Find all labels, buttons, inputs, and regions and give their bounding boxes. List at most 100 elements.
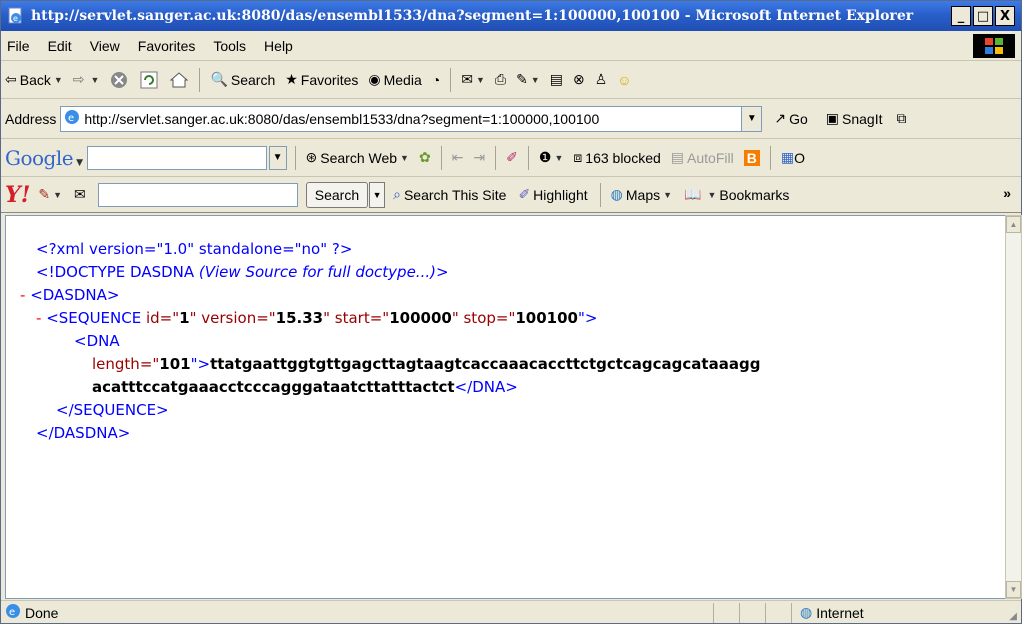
favorites-label: Favorites (300, 71, 359, 88)
toolbar-divider (495, 145, 497, 170)
maximize-button[interactable]: □ (973, 6, 993, 26)
minimize-button[interactable]: _ (951, 6, 971, 26)
resize-grip-icon[interactable]: ◢ (1009, 611, 1017, 622)
dna-open-tag: <DNA (74, 332, 120, 350)
home-button[interactable] (169, 70, 189, 90)
close-button[interactable]: X (995, 6, 1015, 26)
attr-version: " version=" (189, 309, 276, 327)
blogger-button[interactable]: B (743, 149, 760, 166)
chevron-down-icon: ▼ (663, 189, 673, 200)
google-toolbar: Google ▼ ▼ ⊛ Search Web ▼ ✿ ⇤ ⇥ ✐ ❶ ▼ ⧈ 1… (1, 139, 1021, 177)
pagerank-icon: ✿ (418, 149, 431, 165)
menu-favorites[interactable]: Favorites (138, 38, 196, 54)
bookmarks-button[interactable]: 📖 ▼ Bookmarks (684, 186, 789, 203)
forward-button[interactable]: ⇨ ▼ (73, 71, 100, 88)
media-icon: ◉ (368, 71, 381, 87)
search-button[interactable]: 🔍 Search (210, 71, 275, 88)
yahoo-logo[interactable]: Y! (5, 182, 30, 208)
attr-length-value: 101 (159, 355, 191, 373)
chevron-down-icon: ▼ (475, 74, 485, 85)
refresh-button[interactable] (139, 70, 159, 90)
menu-view[interactable]: View (90, 38, 120, 54)
collapse-toggle[interactable]: - (20, 286, 25, 304)
autofill-button[interactable]: ▤ AutoFill (671, 149, 734, 166)
chevron-down-icon: ▼ (272, 152, 283, 163)
menu-help[interactable]: Help (264, 38, 293, 54)
stop-button[interactable] (109, 70, 129, 90)
maps-button[interactable]: ◍ Maps ▼ (611, 186, 672, 203)
google-logo[interactable]: Google ▼ (5, 146, 83, 170)
address-dropdown-button[interactable]: ▼ (741, 106, 762, 131)
google-search-web-button[interactable]: ⊛ Search Web ▼ (306, 149, 409, 166)
favorites-star-icon: ★ (285, 71, 298, 87)
google-search-dropdown[interactable]: ▼ (268, 145, 287, 170)
sequence-tag-end: "> (577, 309, 598, 327)
standard-toolbar: ⇦ Back ▼ ⇨ ▼ 🔍 Search ★ Favorites ◉ Medi… (1, 61, 1021, 99)
blocked-count-label: 163 blocked (585, 149, 661, 166)
forward-arrow-icon: ⇨ (72, 71, 85, 87)
toolbar-divider (599, 182, 601, 207)
title-bar[interactable]: e http://servlet.sanger.ac.uk:8080/das/e… (1, 1, 1021, 31)
scroll-up-button[interactable]: ▲ (1006, 216, 1021, 233)
research-button[interactable]: ⊗ (573, 71, 585, 88)
camera-icon: ▣ (825, 110, 840, 126)
menu-file[interactable]: File (7, 38, 30, 54)
mail-button[interactable]: ✉ ▼ (461, 71, 485, 88)
google-options-button[interactable]: ▦ O (781, 149, 805, 166)
menu-tools[interactable]: Tools (213, 38, 246, 54)
stop-icon (111, 71, 128, 88)
toolbar-divider (294, 145, 296, 170)
yahoo-search-input[interactable] (97, 182, 298, 207)
search-this-site-button[interactable]: ⌕ Search This Site (393, 186, 506, 203)
search-this-site-label: Search This Site (403, 186, 507, 203)
vertical-scrollbar[interactable]: ▲ ▼ (1005, 215, 1022, 599)
scroll-down-button[interactable]: ▼ (1006, 581, 1021, 598)
snagit-window-button[interactable]: ⧉ (897, 110, 907, 127)
discuss-button[interactable]: ▤ (550, 71, 563, 88)
popup-blocked-button[interactable]: ⧈ 163 blocked (573, 149, 660, 166)
messenger-button[interactable]: ♙ (595, 71, 608, 88)
security-zone[interactable]: ◍ Internet (791, 602, 981, 623)
address-field[interactable]: e ▼ (60, 105, 763, 132)
xml-line-pi: <?xml version="1.0" standalone="no" ?> (20, 238, 760, 261)
google-prev-button[interactable]: ⇤ (452, 149, 464, 166)
binoculars-icon: ⊛ (305, 149, 318, 165)
chevron-down-icon: ▼ (707, 189, 717, 200)
collapse-toggle[interactable]: - (36, 309, 41, 327)
print-icon: ⎙ (494, 71, 507, 87)
mail-icon: ✉ (461, 71, 473, 87)
highlight-button[interactable]: ✐ Highlight (518, 186, 587, 203)
go-button[interactable]: ↗ Go (774, 110, 807, 127)
google-highlighter-button[interactable]: ✐ (506, 149, 518, 166)
google-search-input[interactable] (86, 145, 267, 170)
media-button[interactable]: ◉ Media (368, 71, 421, 88)
yahoo-mail-button[interactable]: ✉ (74, 186, 86, 203)
menu-edit[interactable]: Edit (48, 38, 72, 54)
yahoo-search-dropdown[interactable]: ▼ (369, 181, 386, 208)
snagit-button[interactable]: ▣ SnagIt (826, 110, 883, 127)
svg-text:e: e (68, 113, 74, 124)
address-input[interactable] (84, 110, 725, 127)
yahoo-smiley-button[interactable]: ☺ (617, 72, 631, 88)
status-bar: e Done ◍ Internet ◢ (1, 600, 1021, 624)
attr-stop-value: 100100 (515, 309, 578, 327)
history-button[interactable]: ◔ (432, 72, 440, 88)
google-next-button[interactable]: ⇥ (473, 149, 485, 166)
yahoo-search-button[interactable]: Search (305, 181, 369, 208)
toolbar-overflow-chevron[interactable]: » (1003, 185, 1011, 201)
back-button[interactable]: ⇦ Back ▼ (5, 71, 63, 88)
google-pagerank-button[interactable]: ✿ (419, 149, 431, 166)
menu-bar: File Edit View Favorites Tools Help (1, 31, 1021, 61)
chevron-down-icon: ▼ (554, 152, 564, 163)
google-info-button[interactable]: ❶ ▼ (539, 149, 563, 166)
yahoo-pencil-button[interactable]: ✎ ▼ (38, 186, 62, 203)
attr-stop: " stop=" (451, 309, 516, 327)
popup-blocker-icon: ⧈ (573, 149, 583, 165)
edit-button[interactable]: ✎ ▼ (516, 71, 540, 88)
xml-document: <?xml version="1.0" standalone="no" ?> <… (20, 238, 760, 445)
xml-line-dna-seq: acatttccatgaaacctcccagggataatcttatttactc… (20, 376, 760, 399)
status-pane (713, 602, 739, 623)
favorites-button[interactable]: ★ Favorites (285, 71, 358, 88)
print-button[interactable]: ⎙ (495, 71, 506, 88)
chevron-down-icon: ▼ (746, 113, 757, 124)
